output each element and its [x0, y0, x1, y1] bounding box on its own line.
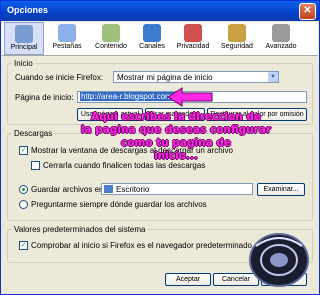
arrow-icon [167, 87, 213, 107]
ask-location-label: Preguntarme siempre dónde guardar los ar… [31, 200, 207, 209]
tab-label: Privacidad [176, 43, 210, 50]
window-title: Opciones [7, 5, 49, 15]
tab-label: Seguridad [221, 43, 253, 50]
annotation-arrow [167, 87, 213, 107]
default-browser-checkbox[interactable]: ✓ [19, 241, 28, 250]
ask-location-radio[interactable] [19, 200, 28, 209]
startup-select[interactable]: Mostrar mi página de inicio ▼ [113, 71, 279, 83]
annotation-caption: Aqui escribes la direccion de la pagina … [52, 111, 300, 163]
category-toolbar: Principal Pestañas Contenido Canales Pri… [2, 22, 318, 56]
tab-label: Avanzado [265, 43, 297, 50]
lock-icon [228, 24, 246, 42]
close-button[interactable]: ✕ [299, 3, 316, 20]
descargas-legend: Descargas [14, 129, 53, 138]
tab-label: Contenido [95, 43, 127, 50]
privacy-icon [184, 24, 202, 42]
watermark-logo [249, 233, 309, 287]
caption-line: como tu pagina de [121, 137, 231, 149]
tab-pestanas[interactable]: Pestañas [47, 22, 87, 55]
save-folder-field[interactable]: Escritorio [101, 183, 253, 195]
tab-seguridad[interactable]: Seguridad [216, 22, 258, 55]
caption-line: inicio... [154, 150, 198, 162]
tab-label: Pestañas [52, 43, 82, 50]
tab-label: Canales [139, 43, 165, 50]
title-bar[interactable]: Opciones ✕ [1, 1, 319, 21]
tab-label: Principal [10, 44, 38, 51]
chevron-down-icon: ▼ [268, 72, 278, 82]
gear-icon [272, 24, 290, 42]
tab-principal[interactable]: Principal [4, 22, 44, 55]
tab-privacidad[interactable]: Privacidad [172, 22, 214, 55]
show-downloads-checkbox[interactable]: ✓ [19, 146, 28, 155]
startup-label: Cuando se inicie Firefox: [15, 73, 104, 82]
save-to-radio[interactable] [19, 185, 28, 194]
inicio-legend: Inicio [14, 59, 33, 68]
tab-contenido[interactable]: Contenido [90, 22, 132, 55]
tab-canales[interactable]: Canales [134, 22, 170, 55]
save-folder-value: Escritorio [116, 185, 150, 194]
homepage-input-value: http://area-r.blogspot.com/ [80, 92, 175, 101]
default-browser-label: Comprobar al inicio si Firefox es el nav… [31, 241, 252, 250]
desktop-icon [104, 185, 113, 193]
startup-select-value: Mostrar mi página de inicio [117, 73, 213, 82]
save-to-label: Guardar archivos en [31, 185, 104, 194]
ok-button[interactable]: Aceptar [165, 273, 211, 286]
caption-line: la pagina que deseas configurar [80, 124, 272, 136]
tabs-icon [58, 24, 76, 42]
sistema-legend: Valores predeterminados del sistema [14, 225, 146, 234]
homepage-label: Página de inicio: [15, 93, 74, 102]
feeds-icon [143, 24, 161, 42]
close-when-done-checkbox[interactable] [31, 161, 40, 170]
browse-button[interactable]: Examinar... [257, 183, 305, 196]
home-icon [15, 25, 33, 43]
caption-line: Aqui escribes la direccion de [90, 111, 262, 123]
content-icon [102, 24, 120, 42]
tab-avanzado[interactable]: Avanzado [260, 22, 302, 55]
